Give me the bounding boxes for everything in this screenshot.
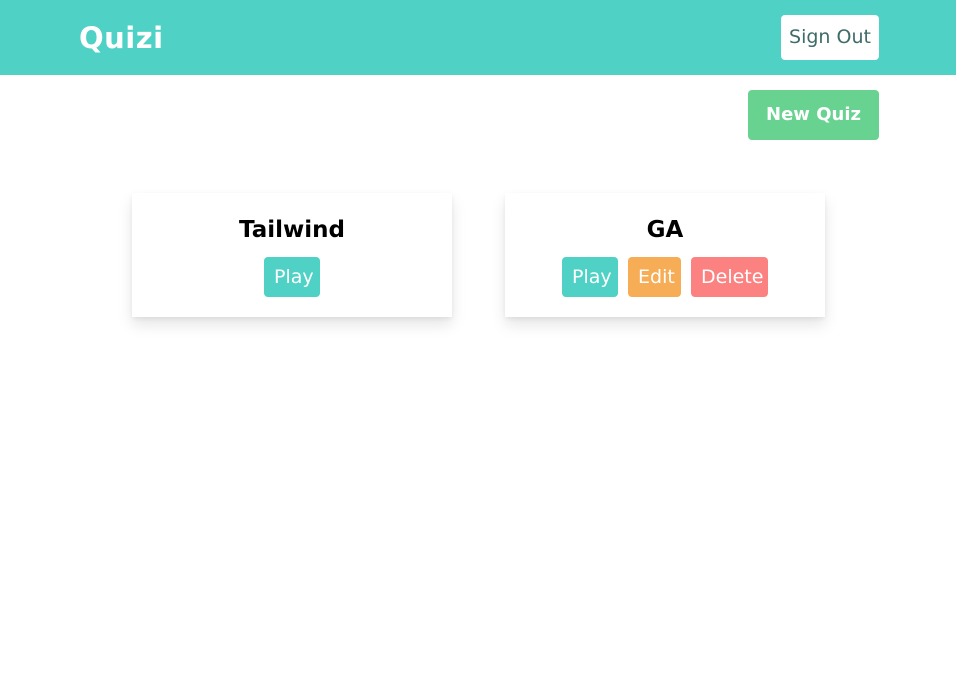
top-navbar: Quizi Sign Out	[0, 0, 956, 75]
new-quiz-button[interactable]: New Quiz	[748, 90, 879, 140]
quiz-title: GA	[646, 217, 684, 243]
quiz-card-tailwind: Tailwind Play	[132, 193, 452, 317]
quiz-actions: Play	[132, 257, 452, 297]
delete-button[interactable]: Delete	[691, 257, 768, 297]
app-logo[interactable]: Quizi	[79, 18, 164, 58]
quiz-actions: Play Edit Delete	[505, 257, 825, 297]
play-button[interactable]: Play	[562, 257, 618, 297]
quiz-title: Tailwind	[239, 217, 345, 243]
edit-button[interactable]: Edit	[628, 257, 681, 297]
sign-out-button[interactable]: Sign Out	[781, 15, 879, 60]
quiz-card-ga: GA Play Edit Delete	[505, 193, 825, 317]
play-button[interactable]: Play	[264, 257, 320, 297]
